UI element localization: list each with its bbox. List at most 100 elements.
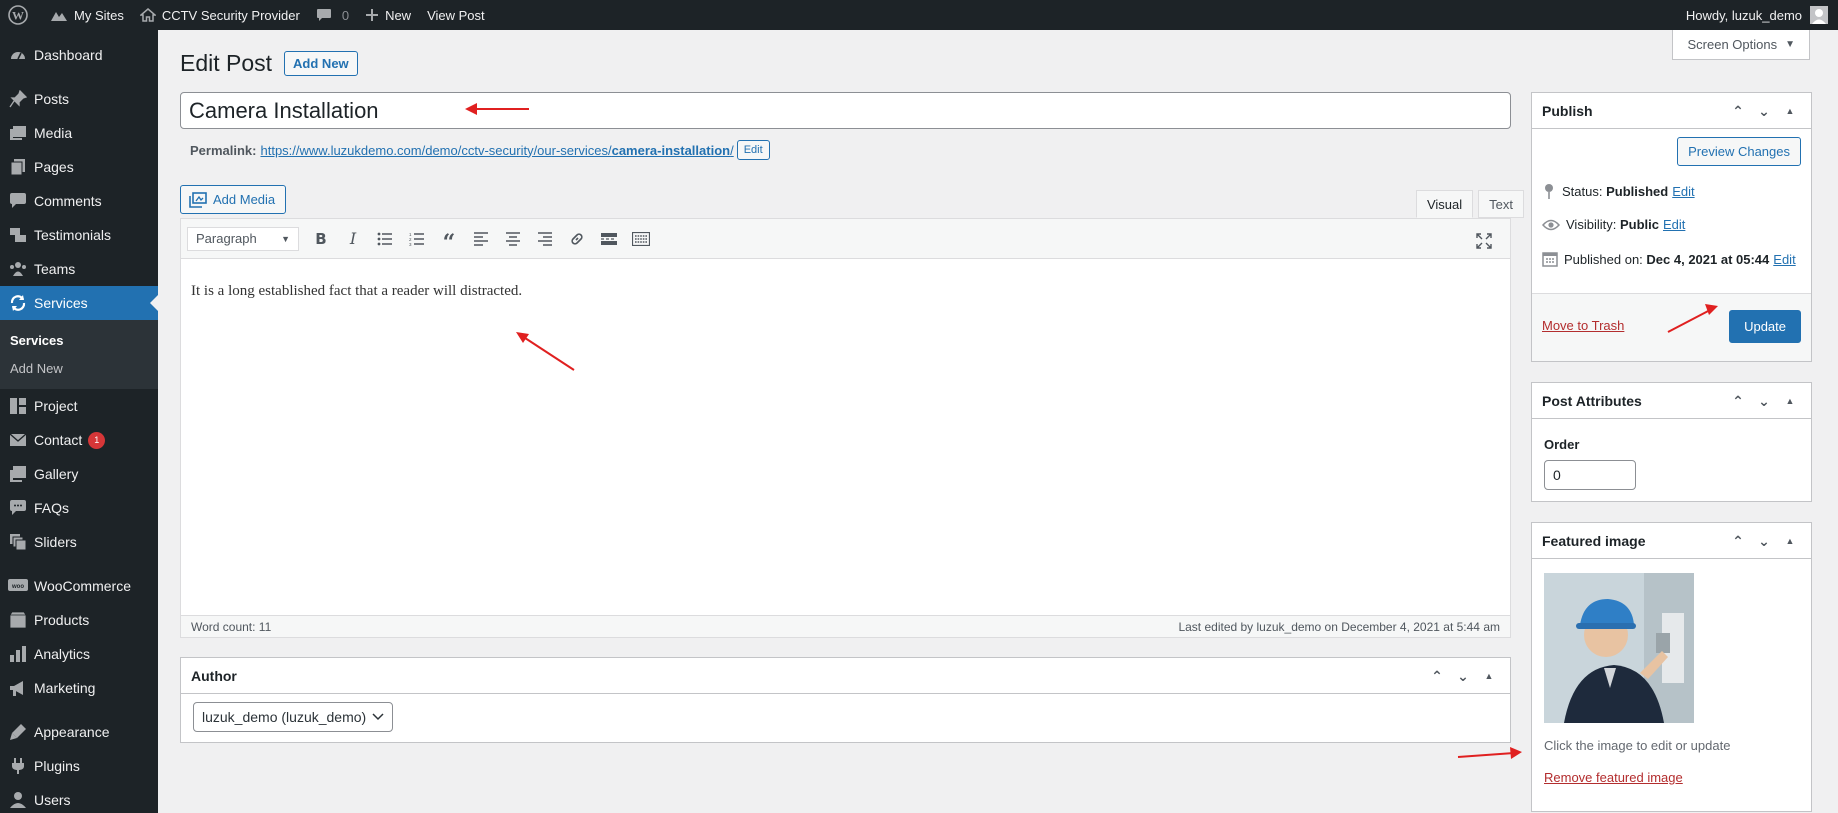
fullscreen-button[interactable] [1468, 227, 1500, 255]
menu-woocommerce[interactable]: woo WooCommerce [0, 569, 158, 603]
menu-teams-label: Teams [34, 261, 76, 277]
remove-featured-image-link[interactable]: Remove featured image [1544, 770, 1683, 785]
menu-posts[interactable]: Posts [0, 82, 158, 116]
site-name-menu[interactable]: CCTV Security Provider [132, 0, 308, 30]
menu-services[interactable]: Services [0, 286, 158, 320]
move-up-icon[interactable]: ⌃ [1725, 393, 1751, 410]
menu-pages[interactable]: Pages [0, 150, 158, 184]
users-icon [8, 790, 28, 810]
collapse-toggle-icon[interactable]: ▲ [1777, 106, 1803, 116]
menu-plugins[interactable]: Plugins [0, 749, 158, 783]
new-content-menu[interactable]: New [357, 0, 419, 30]
move-to-trash-link[interactable]: Move to Trash [1542, 318, 1624, 333]
post-title-input[interactable]: Camera Installation [180, 92, 1511, 129]
numbered-list-button[interactable]: 123 [401, 225, 433, 253]
preview-changes-button[interactable]: Preview Changes [1677, 137, 1801, 166]
permalink-edit-button[interactable]: Edit [736, 140, 770, 160]
add-new-post-button[interactable]: Add New [284, 51, 358, 76]
comment-icon [8, 191, 28, 211]
chevron-down-icon [372, 713, 384, 721]
status-edit-link[interactable]: Edit [1672, 184, 1694, 199]
published-edit-link[interactable]: Edit [1773, 252, 1795, 267]
view-post-label: View Post [427, 7, 485, 23]
contact-count-badge: 1 [88, 431, 106, 449]
permalink-link[interactable]: https://www.luzukdemo.com/demo/cctv-secu… [260, 143, 733, 158]
menu-media[interactable]: Media [0, 116, 158, 150]
permalink-trail: / [730, 142, 734, 158]
menu-marketing[interactable]: Marketing [0, 671, 158, 705]
screen-options-label: Screen Options [1687, 37, 1778, 52]
menu-dashboard[interactable]: Dashboard [0, 38, 158, 72]
submenu-add-new[interactable]: Add New [0, 355, 158, 383]
menu-products[interactable]: Products [0, 603, 158, 637]
move-up-icon[interactable]: ⌃ [1725, 103, 1751, 120]
menu-sliders[interactable]: Sliders [0, 525, 158, 559]
tab-text[interactable]: Text [1478, 190, 1524, 218]
italic-button[interactable]: I [337, 225, 369, 253]
screen-options-toggle[interactable]: Screen Options ▼ [1672, 30, 1810, 60]
toolbar-toggle-button[interactable] [625, 225, 657, 253]
wordpress-logo[interactable]: W [0, 0, 42, 30]
products-icon [8, 610, 28, 630]
author-box-header[interactable]: Author ⌃ ⌄ ▲ [181, 658, 1510, 694]
move-down-icon[interactable]: ⌄ [1751, 103, 1777, 120]
eye-icon [1542, 219, 1560, 230]
collapse-toggle-icon[interactable]: ▲ [1777, 396, 1803, 406]
editor-content-area[interactable]: It is a long established fact that a rea… [181, 259, 1510, 324]
italic-icon: I [349, 229, 357, 248]
post-attributes-header[interactable]: Post Attributes ⌃ ⌄ ▲ [1532, 383, 1811, 419]
move-up-icon[interactable]: ⌃ [1725, 533, 1751, 550]
featured-image-thumbnail[interactable] [1544, 573, 1694, 723]
move-down-icon[interactable]: ⌄ [1751, 533, 1777, 550]
format-select[interactable]: Paragraph ▼ [187, 226, 299, 251]
insert-link-button[interactable] [561, 225, 593, 253]
order-input[interactable]: 0 [1544, 460, 1636, 490]
align-center-button[interactable] [497, 225, 529, 253]
menu-users[interactable]: Users [0, 783, 158, 813]
comments-menu[interactable]: 0 [308, 0, 357, 30]
collapse-toggle-icon[interactable]: ▲ [1777, 536, 1803, 546]
visibility-edit-link[interactable]: Edit [1663, 217, 1685, 232]
view-post-link[interactable]: View Post [419, 0, 493, 30]
submenu-services[interactable]: Services [0, 327, 158, 355]
menu-gallery-label: Gallery [34, 466, 79, 482]
menu-contact[interactable]: Contact 1 [0, 423, 158, 457]
featured-image-title: Featured image [1542, 532, 1646, 549]
menu-faqs[interactable]: FAQs [0, 491, 158, 525]
menu-project-label: Project [34, 398, 78, 414]
account-menu[interactable]: Howdy, luzuk_demo [1686, 6, 1838, 24]
align-left-button[interactable] [465, 225, 497, 253]
quote-icon: “ [442, 229, 456, 256]
blockquote-button[interactable]: “ [433, 225, 465, 256]
publish-box-header[interactable]: Publish ⌃ ⌄ ▲ [1532, 93, 1811, 129]
add-media-button[interactable]: Add Media [180, 185, 287, 214]
menu-faqs-label: FAQs [34, 500, 70, 516]
menu-comments[interactable]: Comments [0, 184, 158, 218]
menu-testimonials[interactable]: Testimonials [0, 218, 158, 252]
bulleted-list-button[interactable] [369, 225, 401, 253]
menu-project[interactable]: Project [0, 389, 158, 423]
services-submenu: Services Add New [0, 320, 158, 389]
avatar [1810, 6, 1828, 24]
move-down-icon[interactable]: ⌄ [1751, 393, 1777, 410]
featured-image-header[interactable]: Featured image ⌃ ⌄ ▲ [1532, 523, 1811, 559]
my-sites-menu[interactable]: My Sites [42, 0, 132, 30]
permalink-row: Permalink: https://www.luzukdemo.com/dem… [190, 140, 770, 160]
read-more-button[interactable] [593, 225, 625, 253]
collapse-toggle-icon[interactable]: ▲ [1476, 671, 1502, 681]
plugins-icon [8, 756, 28, 776]
menu-teams[interactable]: Teams [0, 252, 158, 286]
menu-appearance[interactable]: Appearance [0, 715, 158, 749]
bold-button[interactable]: B [305, 225, 337, 253]
update-button[interactable]: Update [1729, 310, 1801, 343]
move-down-icon[interactable]: ⌄ [1450, 668, 1476, 685]
menu-analytics[interactable]: Analytics [0, 637, 158, 671]
link-icon [571, 232, 583, 245]
menu-sliders-label: Sliders [34, 534, 77, 550]
tab-visual[interactable]: Visual [1415, 190, 1474, 218]
menu-gallery[interactable]: Gallery [0, 457, 158, 491]
appearance-icon [8, 722, 28, 742]
align-right-button[interactable] [529, 225, 561, 253]
author-select[interactable]: luzuk_demo (luzuk_demo) [193, 702, 394, 732]
move-up-icon[interactable]: ⌃ [1424, 668, 1450, 685]
